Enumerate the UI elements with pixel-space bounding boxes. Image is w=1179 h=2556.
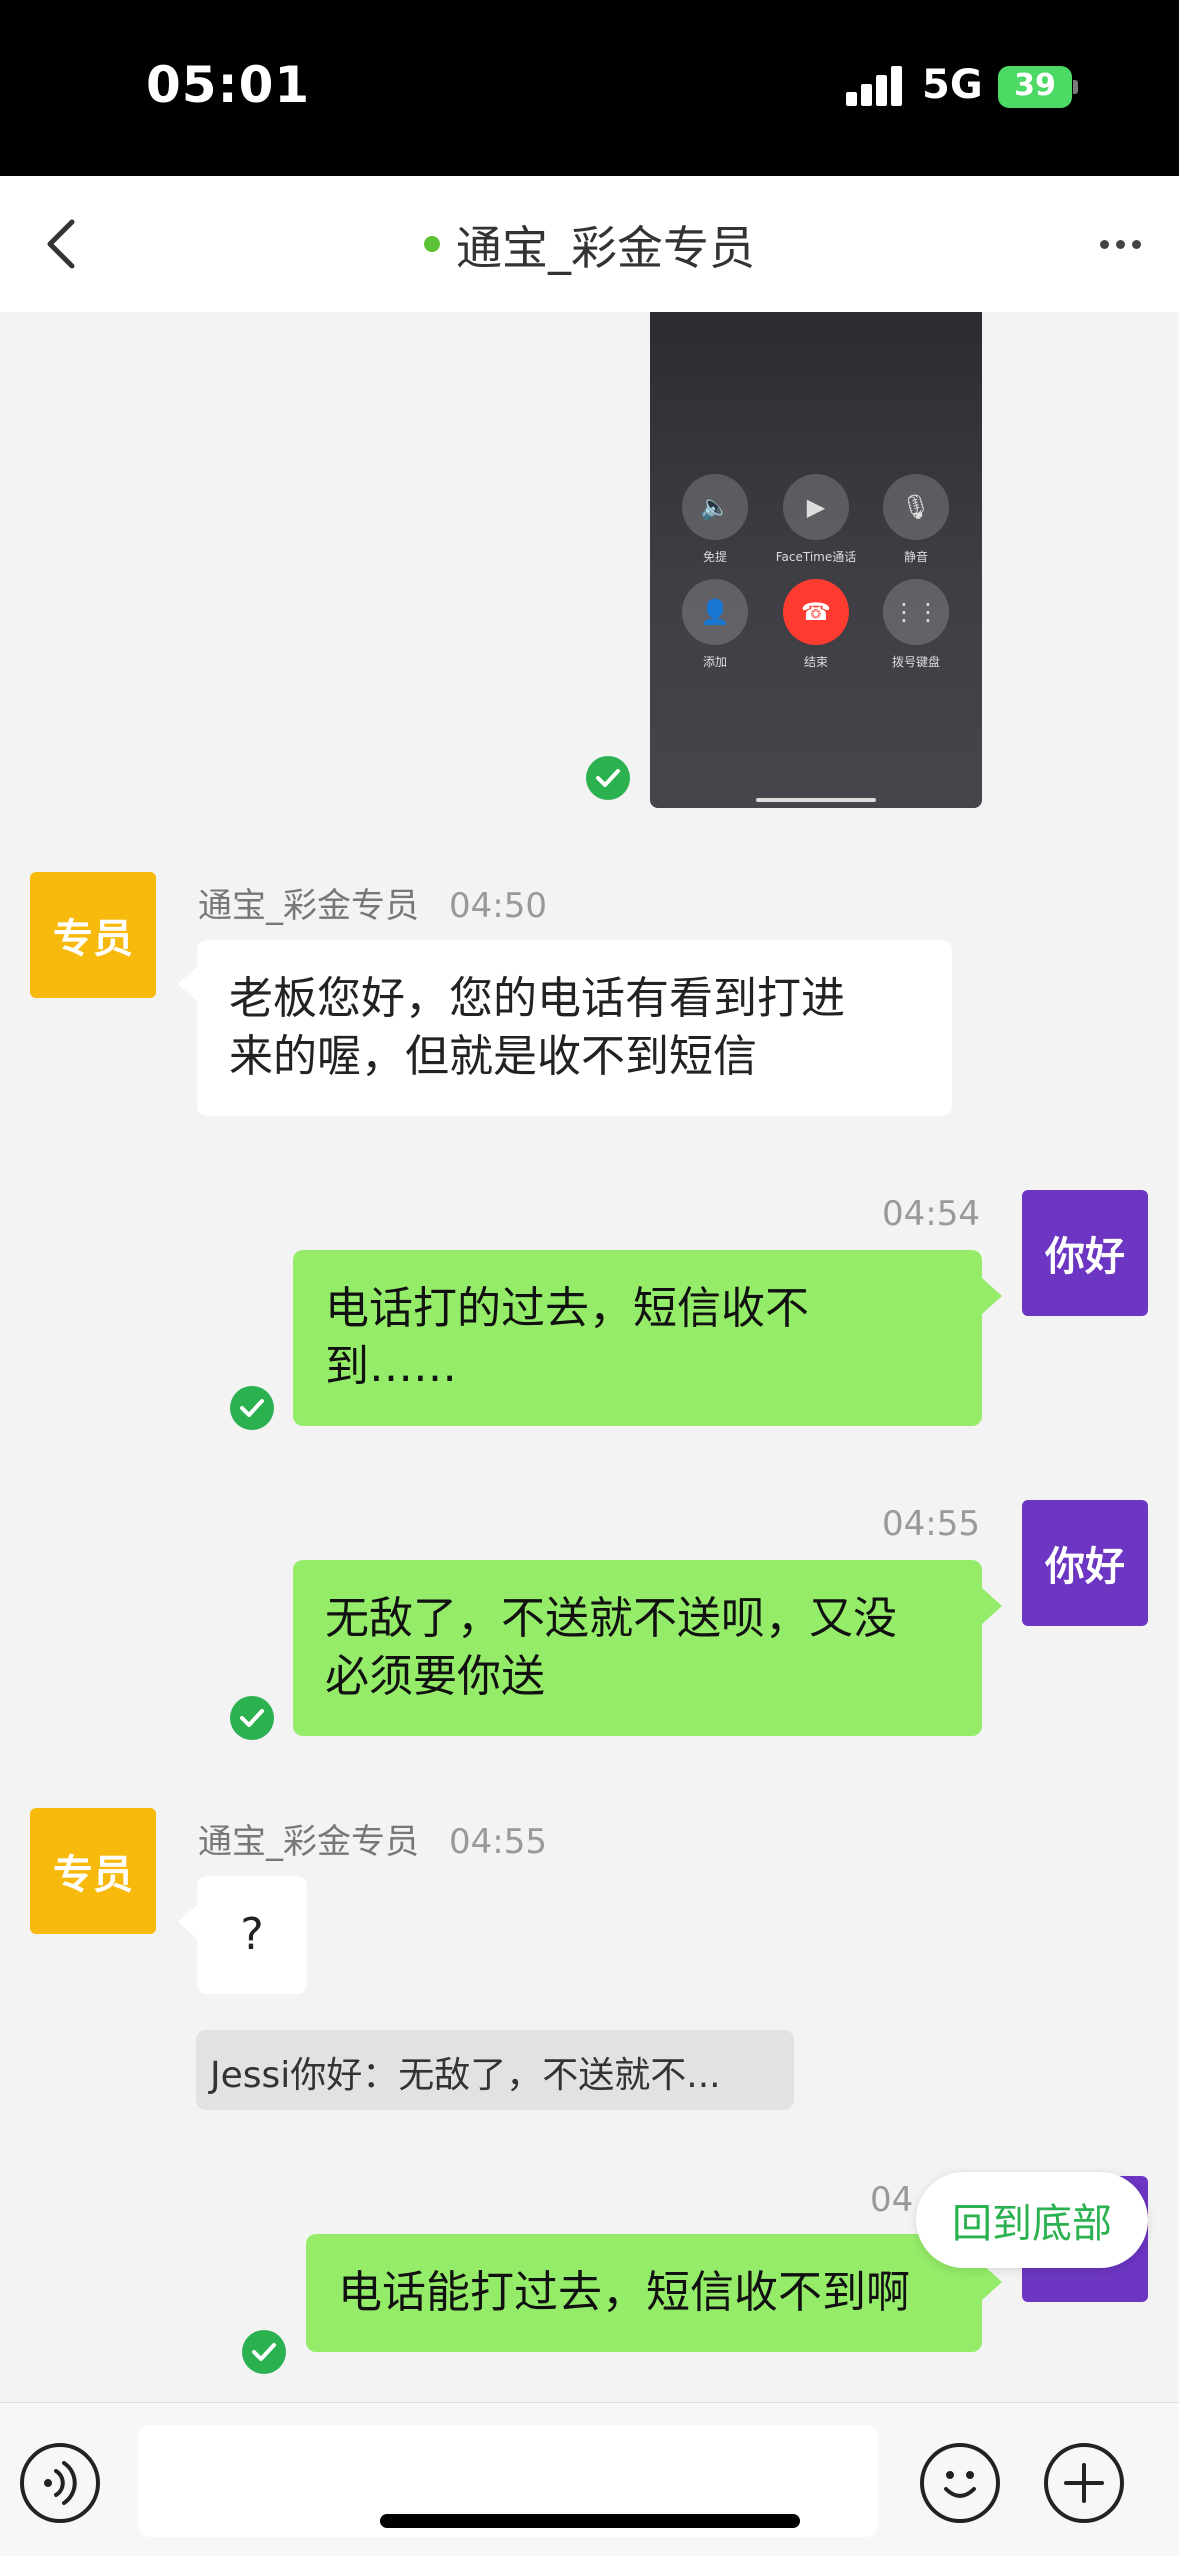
read-check-icon [230,1696,274,1740]
voice-input-icon[interactable] [20,2443,100,2523]
message-line: 到…… [325,1341,457,1392]
speaker-icon: 🔈 [682,474,748,540]
input-bar [0,2402,1179,2556]
keypad-icon: ⋮⋮ [883,579,949,645]
plus-icon[interactable] [1044,2443,1124,2523]
back-to-bottom-button[interactable]: 回到底部 [916,2172,1148,2268]
avatar[interactable]: 专员 [30,872,156,998]
message-meta: 通宝_彩金专员 04:50 [198,878,547,927]
sender-name: 通宝_彩金专员 [198,886,419,926]
message-list[interactable]: 🔈 免提 ▶ FaceTime通话 🎙 静音 👤 添加 ☎ 结束 ⋮⋮ 拨号键盘… [0,312,1179,2402]
chat-title: 通宝_彩金专员 [0,212,1179,278]
message-line: ? [240,1909,264,1960]
sender-name: 通宝_彩金专员 [198,1822,419,1862]
message-bubble[interactable]: 无敌了，不送就不送呗，又没 必须要你送 [293,1560,982,1736]
message-line: 电话能打过去，短信收不到啊 [338,2267,910,2318]
call-button-label: 拨号键盘 [891,655,940,669]
message-line: 无敌了，不送就不送呗，又没 [325,1593,897,1644]
bubble-tail [982,1588,1002,1624]
status-bar: 05:01 5G 39 [0,0,1179,176]
bubble-tail [178,1904,198,1940]
mute-icon: 🎙 [883,474,949,540]
message-bubble[interactable]: 电话打的过去，短信收不 到…… [293,1250,982,1426]
contact-name: 通宝_彩金专员 [456,221,755,275]
message-line: 必须要你送 [325,1651,545,1702]
signal-icon [846,66,904,106]
avatar[interactable]: 专员 [30,1808,156,1934]
status-time: 05:01 [146,56,311,114]
bubble-tail [178,966,198,1002]
avatar[interactable]: 你好 [1022,1500,1148,1626]
message-meta: 通宝_彩金专员 04:55 [198,1814,547,1863]
message-line: 来的喔，但就是收不到短信 [229,1031,757,1082]
read-check-icon [230,1386,274,1430]
message-bubble[interactable]: ? [197,1876,307,1994]
network-type: 5G [922,62,983,108]
message-time: 04:55 [882,1504,980,1544]
more-options-icon[interactable] [1100,232,1144,256]
end-call-icon: ☎ [783,579,849,645]
add-contact-icon: 👤 [682,579,748,645]
message-bubble[interactable]: 老板您好，您的电话有看到打进 来的喔，但就是收不到短信 [197,940,952,1116]
bubble-tail [982,2264,1002,2300]
chat-header: 通宝_彩金专员 [0,176,1179,312]
message-time: 04:54 [882,1194,980,1234]
message-bubble[interactable]: 电话能打过去，短信收不到啊 [306,2234,982,2352]
message-time: 04:50 [449,886,547,926]
home-indicator [380,2514,800,2528]
message-time: 04 [870,2180,914,2220]
read-check-icon [586,756,630,800]
battery-icon: 39 [998,66,1078,108]
facetime-icon: ▶ [783,474,849,540]
message-line: 老板您好，您的电话有看到打进 [229,973,845,1024]
read-check-icon [242,2330,286,2374]
home-indicator [756,798,876,802]
emoji-icon[interactable] [920,2443,1000,2523]
avatar[interactable]: 你好 [1022,1190,1148,1316]
call-button-label: 静音 [903,550,928,564]
message-time: 04:55 [449,1822,547,1862]
call-screenshot-image[interactable]: 🔈 免提 ▶ FaceTime通话 🎙 静音 👤 添加 ☎ 结束 ⋮⋮ 拨号键盘 [650,312,982,808]
battery-level: 39 [1014,68,1056,103]
message-line: 电话打的过去，短信收不 [325,1283,809,1334]
bubble-tail [982,1278,1002,1314]
quoted-reply[interactable]: Jessi你好：无敌了，不送就不... [196,2030,794,2110]
online-status-dot [424,236,440,252]
